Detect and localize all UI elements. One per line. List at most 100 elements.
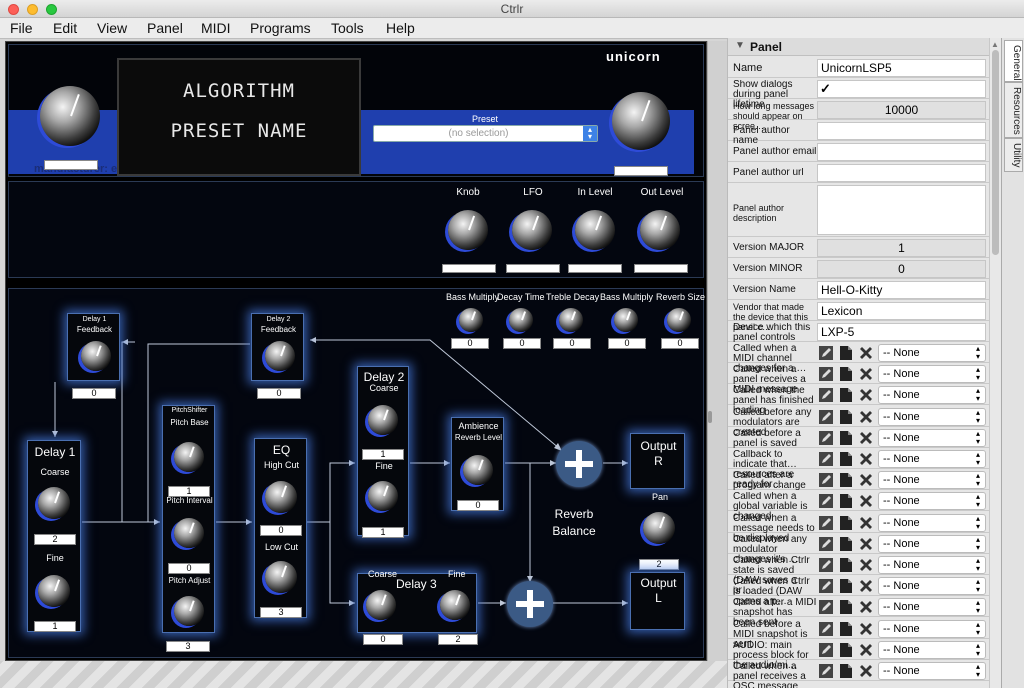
tab-general[interactable]: General [1004,40,1023,82]
tab-utility[interactable]: Utility [1004,138,1023,172]
panel-section-header[interactable]: ▼ Panel [728,38,989,56]
callback-method-select[interactable]: -- None [878,365,986,384]
callback-method-select[interactable]: -- None [878,344,986,362]
version-major-slider[interactable]: 1 [817,239,986,257]
author-name-input[interactable] [817,122,986,140]
message-duration-slider[interactable]: 10000 [817,101,986,119]
delay2-fine-knob[interactable] [368,481,398,511]
delay2-fine-value[interactable]: 1 [362,527,404,538]
new-file-icon[interactable] [838,515,854,531]
edit-pencil-icon[interactable] [818,599,834,615]
edit-pencil-icon[interactable] [818,536,834,552]
ambience-reverb-level-value[interactable]: 0 [457,500,499,511]
callback-method-select[interactable]: -- None [878,428,986,447]
callback-method-select[interactable]: -- None [878,513,986,532]
delete-x-icon[interactable] [858,599,874,615]
delete-x-icon[interactable] [858,663,874,679]
delay1-fine-knob[interactable] [38,575,70,607]
delay1-coarse-knob[interactable] [38,487,70,519]
prop-name-input[interactable]: UnicornLSP5 [817,59,986,77]
delay1-feedback-knob[interactable] [81,341,111,371]
delay1-feedback-value[interactable]: 0 [72,388,116,399]
delete-x-icon[interactable] [858,536,874,552]
new-file-icon[interactable] [838,451,854,467]
delay1-coarse-value[interactable]: 2 [34,534,76,545]
pitch-interval-knob[interactable] [174,518,204,548]
delay3-coarse-value[interactable]: 0 [363,634,403,645]
delete-x-icon[interactable] [858,472,874,488]
new-file-icon[interactable] [838,472,854,488]
delete-x-icon[interactable] [858,621,874,637]
edit-pencil-icon[interactable] [818,642,834,658]
delay1-fine-value[interactable]: 1 [34,621,76,632]
edit-pencil-icon[interactable] [818,387,834,403]
callback-method-select[interactable]: -- None [878,471,986,490]
new-file-icon[interactable] [838,493,854,509]
pitch-base-knob[interactable] [174,442,204,472]
vendor-input[interactable]: Lexicon [817,302,986,320]
new-file-icon[interactable] [838,387,854,403]
delay2-feedback-knob[interactable] [265,341,295,371]
pan-value[interactable]: 2 [639,559,679,570]
callback-method-select[interactable]: -- None [878,662,986,680]
delete-x-icon[interactable] [858,409,874,425]
tab-resources[interactable]: Resources [1004,82,1023,138]
reverb-size-knob[interactable] [667,308,691,332]
delete-x-icon[interactable] [858,366,874,382]
edit-pencil-icon[interactable] [818,409,834,425]
new-file-icon[interactable] [838,409,854,425]
edit-pencil-icon[interactable] [818,578,834,594]
new-file-icon[interactable] [838,578,854,594]
pitch-interval-value[interactable]: 0 [168,563,210,574]
reverb-size-value[interactable]: 0 [661,338,699,349]
callback-method-select[interactable]: -- None [878,492,986,511]
eq-high-cut-value[interactable]: 0 [260,525,302,536]
author-email-input[interactable] [817,143,986,161]
edit-pencil-icon[interactable] [818,557,834,573]
new-file-icon[interactable] [838,621,854,637]
delete-x-icon[interactable] [858,387,874,403]
callback-method-select[interactable]: -- None [878,619,986,638]
callback-method-select[interactable]: -- None [878,577,986,596]
new-file-icon[interactable] [838,663,854,679]
author-url-input[interactable] [817,164,986,182]
bass-multiply-knob[interactable] [459,308,483,332]
edit-pencil-icon[interactable] [818,515,834,531]
delay3-fine-value[interactable]: 2 [438,634,478,645]
bass-multiply-2-value[interactable]: 0 [608,338,646,349]
version-minor-slider[interactable]: 0 [817,260,986,278]
scroll-up-arrow-icon[interactable]: ▲ [991,40,999,49]
pitch-adjust-knob[interactable] [174,596,204,626]
delete-x-icon[interactable] [858,451,874,467]
callback-method-select[interactable]: -- None [878,407,986,426]
properties-scrollbar[interactable]: ▲ [989,38,1001,688]
callback-method-select[interactable]: -- None [878,556,986,574]
delay2-coarse-value[interactable]: 1 [362,449,404,460]
edit-pencil-icon[interactable] [818,493,834,509]
show-dialogs-checkbox[interactable]: ✓ [817,80,986,98]
new-file-icon[interactable] [838,536,854,552]
scrollbar-thumb[interactable] [992,50,999,255]
callback-method-select[interactable]: -- None [878,598,986,617]
pitch-adjust-value[interactable]: 3 [166,641,210,652]
new-file-icon[interactable] [838,557,854,573]
callback-method-select[interactable]: -- None [878,640,986,659]
ambience-reverb-level-knob[interactable] [463,455,493,485]
decay-time-value[interactable]: 0 [503,338,541,349]
new-file-icon[interactable] [838,345,854,361]
edit-pencil-icon[interactable] [818,430,834,446]
delete-x-icon[interactable] [858,430,874,446]
edit-pencil-icon[interactable] [818,663,834,679]
eq-low-cut-knob[interactable] [265,561,297,593]
edit-pencil-icon[interactable] [818,451,834,467]
version-name-input[interactable]: Hell-O-Kitty [817,281,986,299]
delay2-coarse-knob[interactable] [368,405,398,435]
new-file-icon[interactable] [838,599,854,615]
edit-pencil-icon[interactable] [818,366,834,382]
delete-x-icon[interactable] [858,578,874,594]
callback-method-select[interactable]: -- None [878,534,986,553]
edit-pencil-icon[interactable] [818,345,834,361]
edit-pencil-icon[interactable] [818,472,834,488]
delete-x-icon[interactable] [858,345,874,361]
edit-pencil-icon[interactable] [818,621,834,637]
